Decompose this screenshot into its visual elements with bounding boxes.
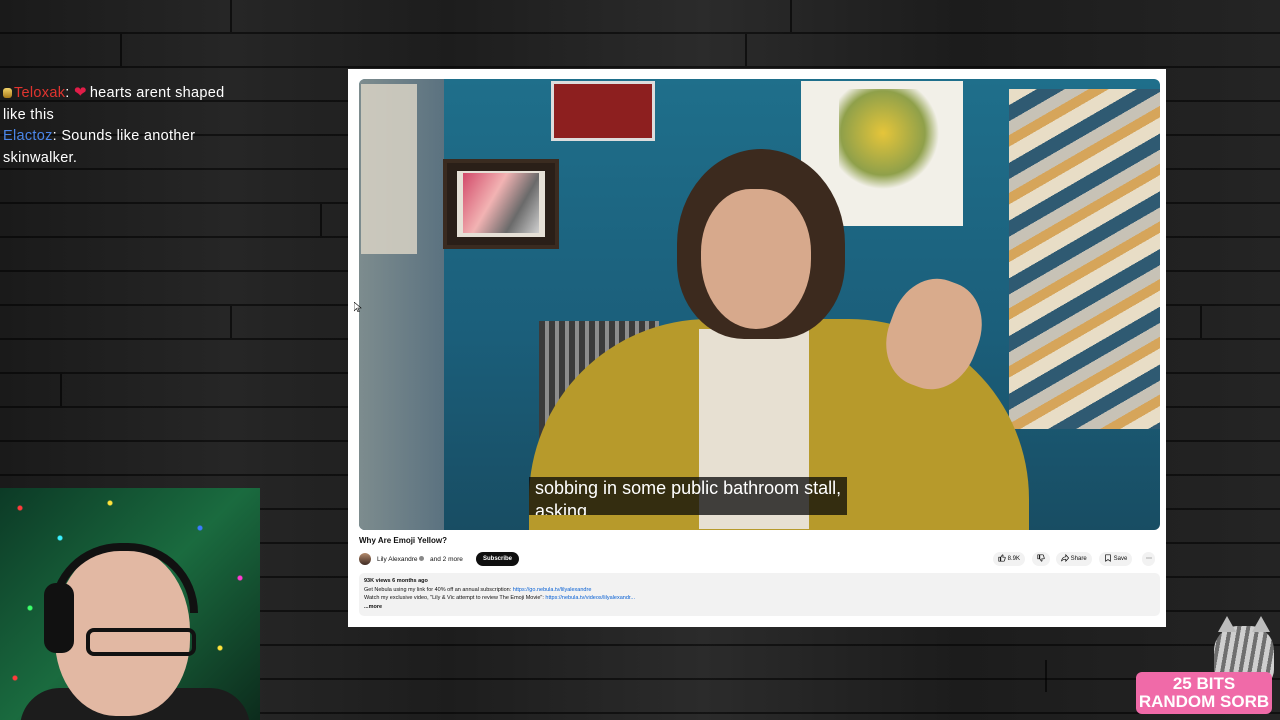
chat-message: Elactoz: Sounds like another skinwalker. <box>3 126 243 169</box>
like-count: 8.9K <box>1007 556 1021 562</box>
save-label: Save <box>1113 556 1128 562</box>
video-scene-picture-frame <box>443 159 559 249</box>
video-scene-tapestry <box>1009 89 1160 429</box>
share-button[interactable]: Share <box>1056 552 1092 566</box>
webcam-feed <box>0 488 260 720</box>
caption-line-1: sobbing in some public bathroom stall, <box>535 478 842 498</box>
video-scene-red-frame <box>551 81 655 141</box>
show-more-link[interactable]: ...more <box>364 603 1155 612</box>
bits-alert: 25 BITS RANDOM SORB <box>1136 672 1272 714</box>
verified-icon <box>419 556 425 561</box>
share-label: Share <box>1070 556 1087 562</box>
thumbs-up-icon <box>998 554 1006 562</box>
channel-row: Lily Alexandre and 2 more Subscribe 8.9K… <box>359 551 1160 567</box>
browser-window: sobbing in some public bathroom stall, a… <box>348 69 1166 627</box>
headset-earcup <box>44 583 74 653</box>
chat-overlay: Teloxak: ❤ hearts arent shaped like this … <box>3 82 243 169</box>
gold-badge-icon <box>3 88 12 98</box>
video-person-face <box>701 189 811 329</box>
subscribe-button[interactable]: Subscribe <box>476 552 520 566</box>
thumbs-down-icon <box>1037 554 1045 562</box>
save-button[interactable]: Save <box>1099 552 1133 566</box>
bits-amount: 25 BITS <box>1172 674 1236 693</box>
caption-line-2: asking, <box>535 501 593 515</box>
streamer-glasses <box>86 628 196 656</box>
video-description[interactable]: 93K views 6 months ago Get Nebula using … <box>359 573 1160 616</box>
chat-username: Teloxak <box>14 85 66 101</box>
bits-username: RANDOM SORB <box>1138 692 1270 711</box>
video-caption: sobbing in some public bathroom stall, a… <box>529 477 848 515</box>
chat-separator: : <box>65 85 74 101</box>
more-actions-button[interactable]: ⋯ <box>1142 552 1155 566</box>
more-icon: ⋯ <box>1146 556 1152 562</box>
channel-avatar[interactable] <box>359 553 371 565</box>
nebula-video-link[interactable]: https://nebula.tv/videos/lilyalexandr... <box>545 595 635 601</box>
video-player[interactable]: sobbing in some public bathroom stall, a… <box>359 79 1160 530</box>
channel-name[interactable]: Lily Alexandre <box>377 556 426 563</box>
video-scene-flowers <box>839 89 949 199</box>
video-title: Why Are Emoji Yellow? <box>359 536 448 545</box>
save-icon <box>1105 554 1111 562</box>
channel-collaborators[interactable]: and 2 more <box>430 556 463 563</box>
nebula-link[interactable]: https://go.nebula.tv/lilyalexandre <box>513 587 592 593</box>
chat-message: Teloxak: ❤ hearts arent shaped like this <box>3 82 243 126</box>
description-line: Watch my exclusive video, "Lily & Vic at… <box>364 595 635 601</box>
share-icon <box>1061 553 1070 563</box>
mouse-cursor-icon <box>354 302 362 312</box>
description-line: Get Nebula using my link for 40% off an … <box>364 586 592 593</box>
heart-icon: ❤ <box>73 84 87 101</box>
video-scene-poster <box>361 84 417 254</box>
like-button[interactable]: 8.9K <box>993 552 1026 566</box>
description-stats: 93K views 6 months ago <box>364 578 428 584</box>
dislike-button[interactable] <box>1032 552 1050 566</box>
chat-username: Elactoz <box>3 128 53 144</box>
